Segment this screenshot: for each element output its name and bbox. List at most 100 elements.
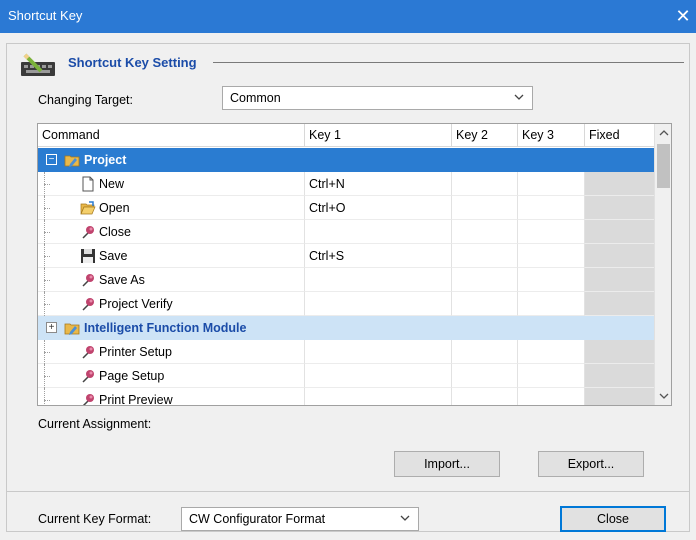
chevron-up-icon	[659, 130, 668, 136]
key2-cell[interactable]	[452, 196, 518, 220]
key1-cell[interactable]	[305, 340, 452, 364]
key2-cell[interactable]	[452, 148, 518, 172]
close-window-button[interactable]: ✕	[670, 0, 696, 33]
command-label: New	[99, 177, 125, 191]
key3-cell[interactable]	[518, 292, 585, 316]
command-label: Intelligent Function Module	[84, 321, 247, 335]
keyboard-pencil-icon	[21, 53, 55, 76]
key2-cell[interactable]	[452, 364, 518, 388]
fixed-cell	[585, 196, 655, 220]
tree-connector	[44, 184, 50, 185]
key1-cell[interactable]: Ctrl+S	[305, 244, 452, 268]
fixed-cell	[585, 292, 655, 316]
key1-cell[interactable]	[305, 292, 452, 316]
collapse-icon[interactable]: −	[46, 154, 57, 165]
table-row[interactable]: Printer Setup	[38, 340, 655, 364]
key1-cell[interactable]	[305, 388, 452, 405]
tree-connector	[44, 232, 50, 233]
table-row[interactable]: Close	[38, 220, 655, 244]
export-button[interactable]: Export...	[538, 451, 644, 477]
shortcut-key-table[interactable]: Command Key 1 Key 2 Key 3 Fixed − Project…	[37, 123, 672, 406]
key2-cell[interactable]	[452, 268, 518, 292]
key3-cell[interactable]	[518, 268, 585, 292]
key3-cell[interactable]	[518, 340, 585, 364]
command-cell: Project Verify	[38, 292, 305, 316]
key3-cell[interactable]	[518, 388, 585, 405]
table-header: Command Key 1 Key 2 Key 3 Fixed	[38, 124, 655, 147]
key2-cell[interactable]	[452, 388, 518, 405]
scroll-thumb[interactable]	[657, 144, 670, 188]
key1-cell[interactable]	[305, 268, 452, 292]
column-header-key3[interactable]: Key 3	[518, 124, 585, 147]
key3-cell[interactable]	[518, 244, 585, 268]
key2-cell[interactable]	[452, 244, 518, 268]
key1-cell[interactable]: Ctrl+O	[305, 196, 452, 220]
key2-cell[interactable]	[452, 292, 518, 316]
vertical-scrollbar[interactable]	[654, 124, 671, 405]
column-header-command[interactable]: Command	[38, 124, 305, 147]
fixed-cell	[585, 316, 655, 340]
group-row[interactable]: − Project	[38, 148, 655, 172]
key2-cell[interactable]	[452, 220, 518, 244]
key1-value: Ctrl+N	[309, 177, 345, 191]
table-row[interactable]: Page Setup	[38, 364, 655, 388]
tree-connector	[44, 352, 50, 353]
key1-cell[interactable]	[305, 364, 452, 388]
fixed-cell	[585, 244, 655, 268]
key3-cell[interactable]	[518, 220, 585, 244]
key3-cell[interactable]	[518, 148, 585, 172]
tree-connector	[44, 376, 50, 377]
fixed-cell	[585, 364, 655, 388]
document-icon	[80, 176, 96, 192]
key3-cell[interactable]	[518, 316, 585, 340]
command-label: Save	[99, 249, 128, 263]
changing-target-value: Common	[230, 91, 281, 105]
command-cell: Close	[38, 220, 305, 244]
import-button[interactable]: Import...	[394, 451, 500, 477]
open-folder-icon	[80, 200, 96, 216]
tree-connector	[44, 400, 50, 401]
group-row[interactable]: + Intelligent Function Module	[38, 316, 655, 340]
key1-cell[interactable]	[305, 220, 452, 244]
pin-icon	[80, 272, 96, 288]
column-header-key1[interactable]: Key 1	[305, 124, 452, 147]
table-row[interactable]: Open Ctrl+O	[38, 196, 655, 220]
pin-icon	[80, 296, 96, 312]
table-row[interactable]: New Ctrl+N	[38, 172, 655, 196]
scroll-down-button[interactable]	[655, 387, 671, 405]
command-cell: Open	[38, 196, 305, 220]
command-cell: Save As	[38, 268, 305, 292]
key1-cell[interactable]	[305, 316, 452, 340]
key-format-select[interactable]: CW Configurator Format	[181, 507, 419, 531]
key3-cell[interactable]	[518, 364, 585, 388]
title-bar: Shortcut Key ✕	[0, 0, 696, 33]
table-row[interactable]: Project Verify	[38, 292, 655, 316]
table-row[interactable]: Print Preview	[38, 388, 655, 405]
command-cell: New	[38, 172, 305, 196]
save-disk-icon	[80, 248, 96, 264]
column-header-key2[interactable]: Key 2	[452, 124, 518, 147]
key1-cell[interactable]	[305, 148, 452, 172]
command-label: Open	[99, 201, 130, 215]
table-row[interactable]: Save As	[38, 268, 655, 292]
key3-cell[interactable]	[518, 172, 585, 196]
key3-cell[interactable]	[518, 196, 585, 220]
key2-cell[interactable]	[452, 316, 518, 340]
changing-target-select[interactable]: Common	[222, 86, 533, 110]
column-header-fixed[interactable]: Fixed	[585, 124, 655, 147]
key2-cell[interactable]	[452, 340, 518, 364]
key2-cell[interactable]	[452, 172, 518, 196]
key1-cell[interactable]: Ctrl+N	[305, 172, 452, 196]
command-cell: Printer Setup	[38, 340, 305, 364]
scroll-up-button[interactable]	[655, 124, 671, 142]
section-divider	[213, 62, 684, 63]
table-row[interactable]: Save Ctrl+S	[38, 244, 655, 268]
window-title: Shortcut Key	[8, 8, 83, 23]
expand-icon[interactable]: +	[46, 322, 57, 333]
close-button[interactable]: Close	[560, 506, 666, 532]
command-cell: − Project	[38, 148, 305, 172]
tree-line	[44, 388, 45, 405]
key1-value: Ctrl+O	[309, 201, 346, 215]
command-label: Page Setup	[99, 369, 165, 383]
key1-value: Ctrl+S	[309, 249, 345, 263]
